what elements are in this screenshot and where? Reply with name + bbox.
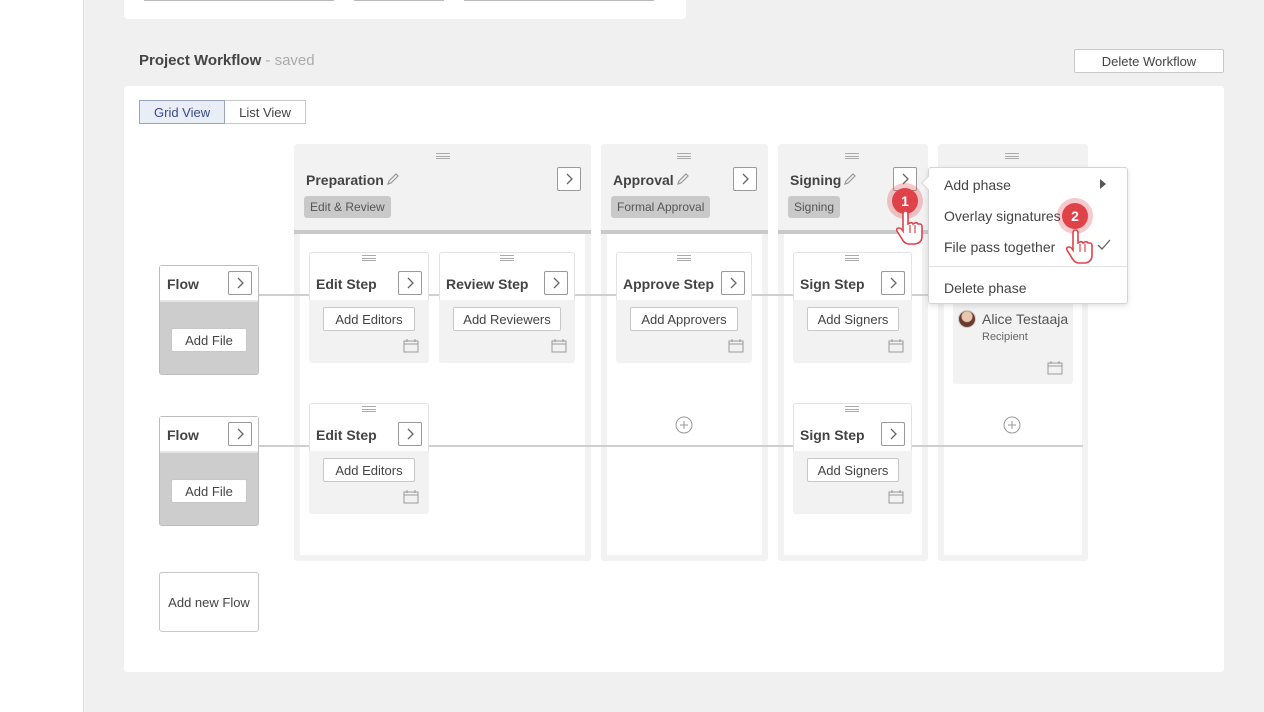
phase-menu-button[interactable]	[733, 167, 757, 191]
drag-handle-icon[interactable]	[362, 255, 376, 261]
recipient-role: Recipient	[982, 331, 1028, 343]
flow-menu-button[interactable]	[228, 422, 252, 446]
phase-title: Approval	[613, 172, 674, 188]
add-step-plus-icon[interactable]	[675, 416, 693, 434]
step-title: Sign Step	[800, 427, 865, 443]
step-menu-button[interactable]	[398, 422, 422, 446]
step-card: Edit Step Add Editors	[309, 252, 429, 363]
phase-context-menu: Add phase Overlay signatures File pass t…	[920, 167, 1128, 304]
calendar-icon[interactable]	[403, 339, 419, 353]
chevron-right-icon	[407, 428, 414, 440]
top-field-2[interactable]	[354, 0, 444, 1]
phase-tag: Formal Approval	[611, 196, 711, 218]
phase-tag: Signing	[788, 196, 841, 218]
chevron-right-icon	[742, 173, 749, 185]
add-editors-button[interactable]: Add Editors	[323, 307, 415, 331]
chevron-right-icon	[890, 428, 897, 440]
pencil-icon[interactable]	[385, 171, 401, 187]
drag-handle-icon[interactable]	[362, 406, 376, 412]
calendar-icon[interactable]	[888, 339, 904, 353]
flow-card: Flow Add File	[159, 265, 259, 375]
delete-workflow-button[interactable]: Delete Workflow	[1074, 49, 1224, 73]
section-title: Project Workflow - saved	[139, 52, 315, 69]
left-sidebar	[0, 0, 84, 712]
drag-handle-icon[interactable]	[845, 406, 859, 412]
chevron-right-icon	[553, 277, 560, 289]
add-signers-button[interactable]: Add Signers	[807, 458, 899, 482]
top-field-1[interactable]	[144, 0, 334, 1]
chevron-right-icon	[566, 173, 573, 185]
top-field-3[interactable]	[464, 0, 654, 1]
chevron-right-icon	[890, 277, 897, 289]
phase-title: Preparation	[306, 172, 384, 188]
calendar-icon[interactable]	[1047, 361, 1063, 375]
menu-item-overlay-signatures[interactable]: Overlay signatures	[944, 208, 1061, 224]
flow-title: Flow	[167, 427, 199, 443]
recipient-name: Alice Testaaja	[982, 311, 1069, 327]
hand-cursor-icon	[895, 210, 923, 245]
step-card: Sign Step Add Signers	[793, 252, 912, 363]
step-menu-button[interactable]	[721, 271, 745, 295]
calendar-icon[interactable]	[728, 339, 744, 353]
add-reviewers-button[interactable]: Add Reviewers	[453, 307, 561, 331]
calendar-icon[interactable]	[403, 490, 419, 504]
chevron-right-icon	[730, 277, 737, 289]
menu-item-delete-phase[interactable]: Delete phase	[944, 280, 1027, 296]
step-menu-button[interactable]	[881, 271, 905, 295]
workflow-name: Project Workflow	[139, 52, 262, 69]
add-editors-button[interactable]: Add Editors	[323, 458, 415, 482]
grid-view-button[interactable]: Grid View	[139, 100, 226, 124]
add-step-plus-icon[interactable]	[1003, 416, 1021, 434]
calendar-icon[interactable]	[888, 490, 904, 504]
step-card: Approve Step Add Approvers	[616, 252, 752, 363]
drag-handle-icon[interactable]	[500, 255, 514, 261]
step-card: Review Step Add Reviewers	[439, 252, 575, 363]
step-menu-button[interactable]	[398, 271, 422, 295]
add-signers-button[interactable]: Add Signers	[807, 307, 899, 331]
view-toggle: Grid View List View	[139, 100, 306, 124]
pencil-icon[interactable]	[842, 171, 858, 187]
save-status: - saved	[261, 52, 315, 69]
top-card	[124, 0, 686, 19]
checkmark-icon	[1097, 239, 1111, 250]
step-title: Review Step	[446, 276, 529, 292]
step-title: Edit Step	[316, 427, 377, 443]
step-title: Sign Step	[800, 276, 865, 292]
drag-handle-icon[interactable]	[845, 153, 859, 159]
flow-card: Flow Add File	[159, 416, 259, 526]
drag-handle-icon[interactable]	[677, 153, 691, 159]
step-title: Approve Step	[623, 276, 715, 292]
phase-tag: Edit & Review	[304, 196, 391, 218]
step-card: Edit Step Add Editors	[309, 403, 429, 514]
chevron-right-icon	[237, 277, 244, 289]
list-view-button[interactable]: List View	[225, 100, 306, 124]
flow-menu-button[interactable]	[228, 271, 252, 295]
add-approvers-button[interactable]: Add Approvers	[630, 307, 738, 331]
step-title: Edit Step	[316, 276, 377, 292]
step-card: Sign Step Add Signers	[793, 403, 912, 514]
pencil-icon[interactable]	[675, 171, 691, 187]
menu-item-file-pass-together[interactable]: File pass together	[944, 239, 1055, 255]
chevron-right-icon	[407, 277, 414, 289]
phase-title: Signing	[790, 172, 842, 188]
drag-handle-icon[interactable]	[677, 255, 691, 261]
add-file-button[interactable]: Add File	[171, 479, 247, 503]
add-file-button[interactable]: Add File	[171, 328, 247, 352]
chevron-right-icon	[902, 173, 909, 185]
add-new-flow-button[interactable]: Add new Flow	[159, 572, 259, 632]
submenu-arrow-icon	[1100, 179, 1106, 189]
drag-handle-icon[interactable]	[1005, 153, 1019, 159]
step-marker-2: 2	[1062, 203, 1088, 229]
hand-cursor-icon	[1065, 229, 1093, 264]
drag-handle-icon[interactable]	[845, 255, 859, 261]
chevron-right-icon	[237, 428, 244, 440]
drag-handle-icon[interactable]	[436, 153, 450, 159]
flow-title: Flow	[167, 276, 199, 292]
calendar-icon[interactable]	[551, 339, 567, 353]
step-menu-button[interactable]	[881, 422, 905, 446]
step-menu-button[interactable]	[544, 271, 568, 295]
avatar	[958, 310, 976, 328]
menu-item-add-phase[interactable]: Add phase	[944, 177, 1011, 193]
phase-menu-button[interactable]	[557, 167, 581, 191]
